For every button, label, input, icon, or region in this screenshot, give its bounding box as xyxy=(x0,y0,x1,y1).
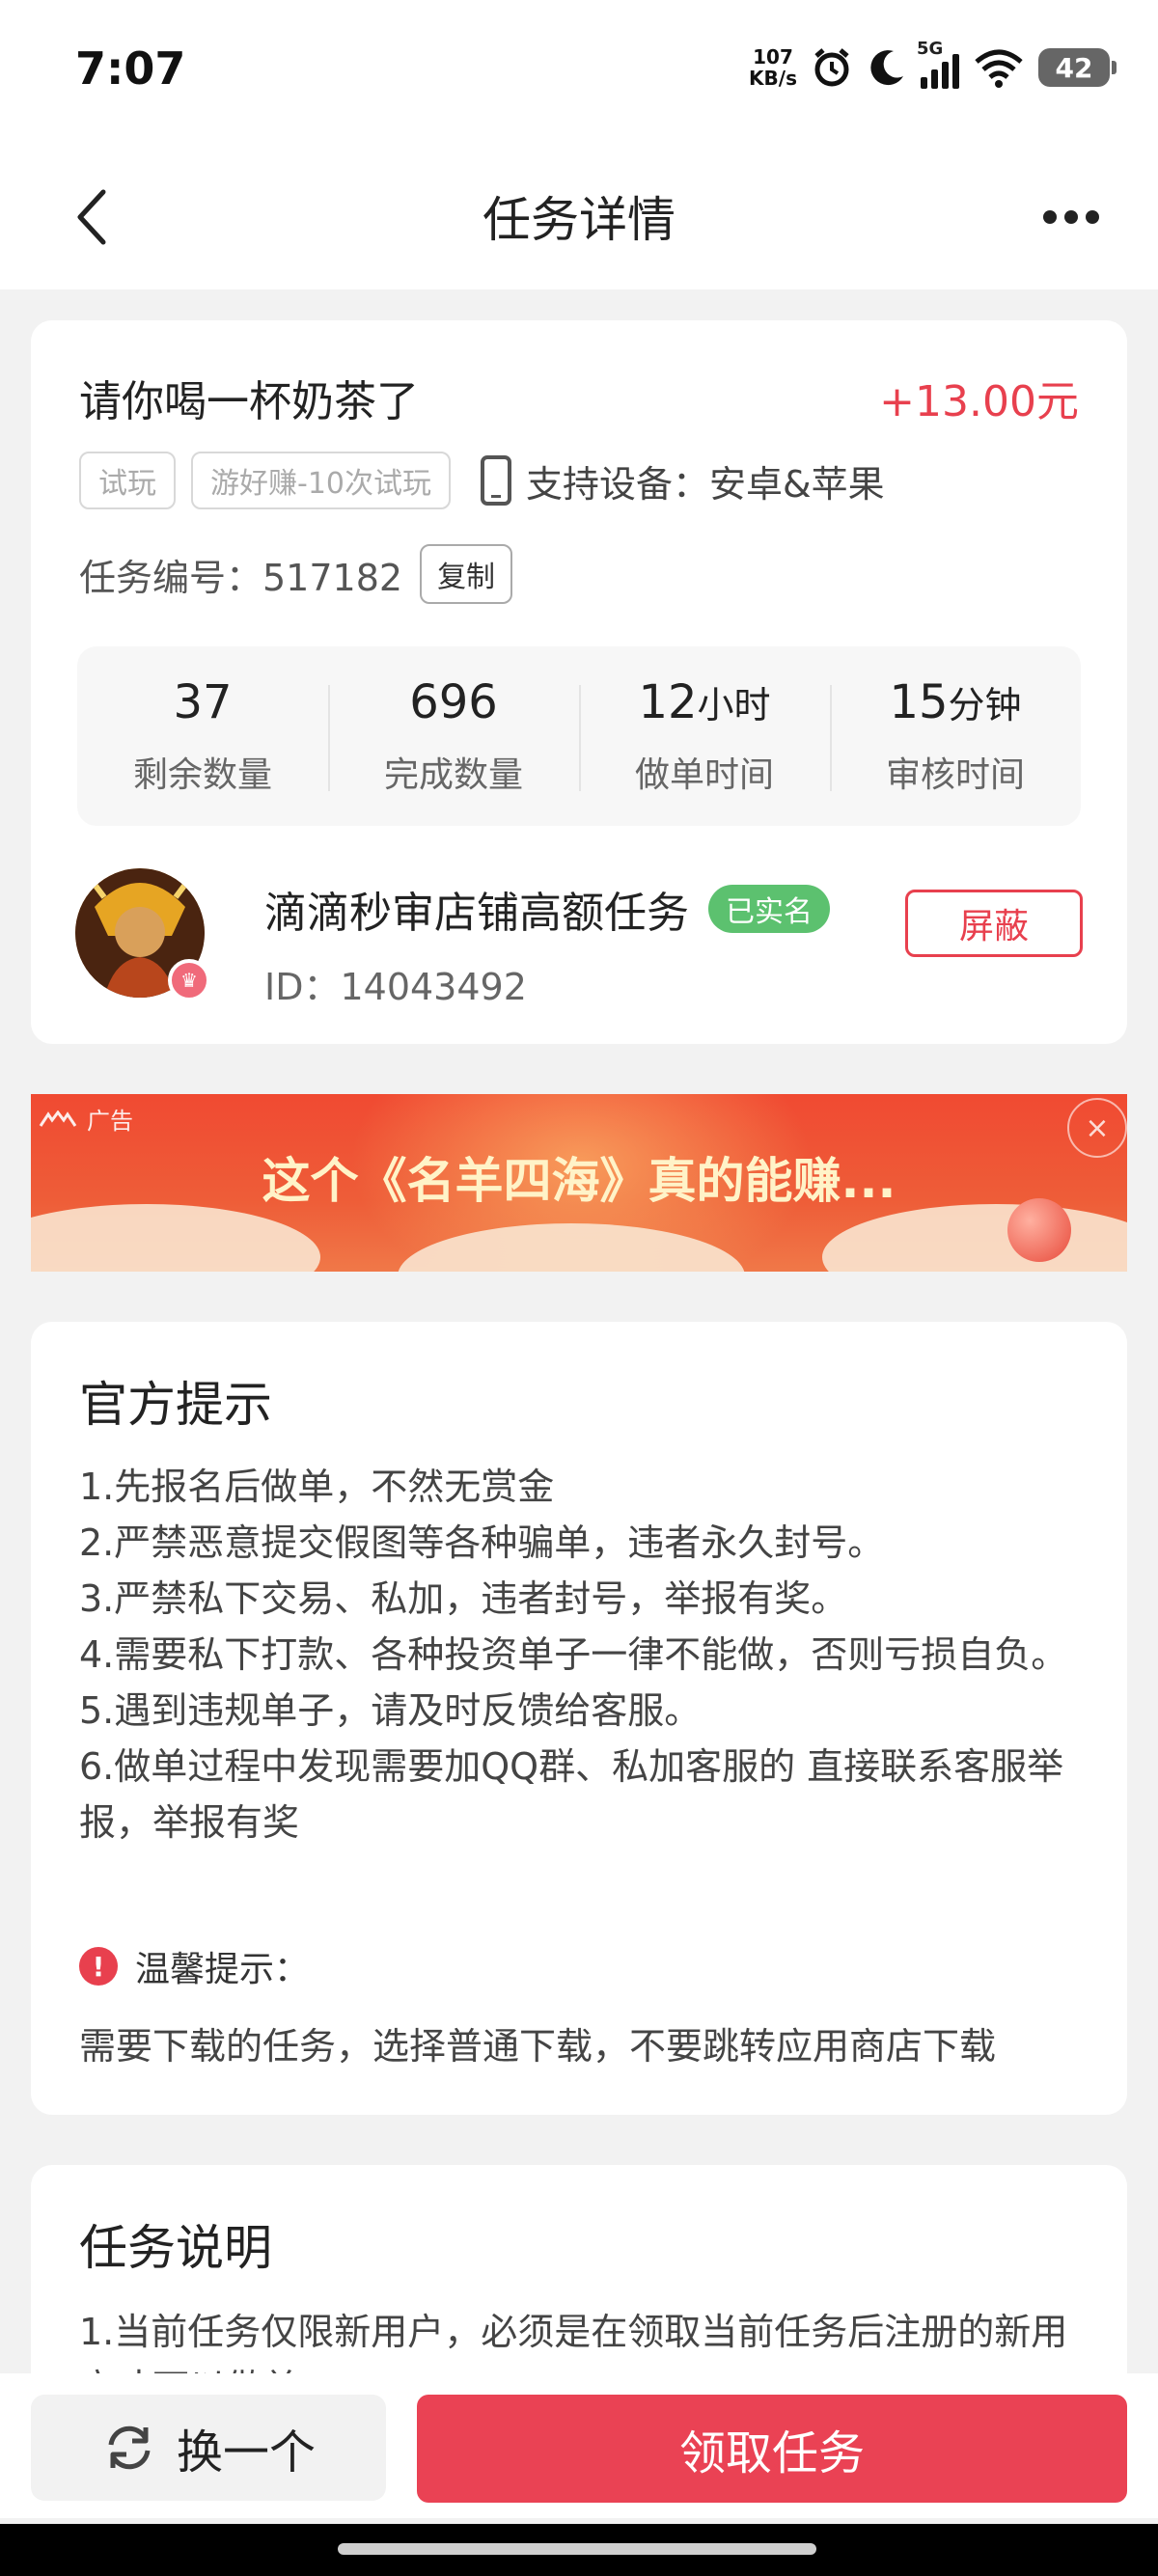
task-number-row: 任务编号：517182 复制 xyxy=(79,544,513,604)
stat-value: 12 xyxy=(638,675,698,729)
tip-item: 3.严禁私下交易、私加，违者封号，举报有奖。 xyxy=(79,1577,848,1620)
task-tags: 试玩 游好赚-10次试玩 支持设备：安卓&苹果 xyxy=(79,452,885,509)
copy-button[interactable]: 复制 xyxy=(420,544,513,604)
stat-completed: 696 完成数量 xyxy=(328,646,579,826)
section-title: 官方提示 xyxy=(79,1377,272,1433)
tips-list: 1.先报名后做单，不然无赏金 2.严禁恶意提交假图等各种骗单，违者永久封号。 3… xyxy=(79,1459,1083,1850)
gesture-navigation-bar xyxy=(0,2524,1158,2576)
warm-tip-text: 需要下载的任务，选择普通下载，不要跳转应用商店下载 xyxy=(79,2025,997,2068)
swap-task-button[interactable]: 换一个 xyxy=(31,2395,386,2501)
page-title: 任务详情 xyxy=(482,192,676,248)
more-button[interactable] xyxy=(1023,174,1119,260)
stat-remaining: 37 剩余数量 xyxy=(77,646,328,826)
task-tag: 游好赚-10次试玩 xyxy=(191,452,451,509)
task-title: 请你喝一杯奶茶了 xyxy=(79,377,419,426)
stat-work-time: 12小时 做单时间 xyxy=(579,646,830,826)
wifi-icon xyxy=(975,49,1023,88)
task-reward: +13.00元 xyxy=(879,377,1079,426)
warm-tip-heading: ! 温馨提示： xyxy=(79,1941,309,1991)
official-tips-card: 官方提示 1.先报名后做单，不然无赏金 2.严禁恶意提交假图等各种骗单，违者永久… xyxy=(31,1322,1127,2115)
alarm-icon xyxy=(814,48,849,87)
warning-icon: ! xyxy=(79,1947,118,1986)
tip-item: 4.需要私下打款、各种投资单子一律不能做，否则亏损自负。 xyxy=(79,1633,1068,1676)
ad-banner[interactable]: 广告 这个《名羊四海》真的能赚... × xyxy=(31,1094,1127,1272)
network-speed-value: 107 xyxy=(753,45,793,69)
home-indicator[interactable] xyxy=(338,2543,816,2555)
verified-badge: 已实名 xyxy=(708,885,830,933)
publisher-row: ♛ 滴滴秒审店铺高额任务 已实名 ID：14043492 屏蔽 xyxy=(75,868,1083,1008)
stat-label: 审核时间 xyxy=(885,755,1025,795)
status-time: 7:07 xyxy=(75,42,186,95)
section-title: 任务说明 xyxy=(79,2220,272,2276)
battery-indicator: 42 xyxy=(1038,48,1117,87)
status-bar: 7:07 107 KB/s 5G 42 xyxy=(0,0,1158,145)
task-info-card: 请你喝一杯奶茶了 +13.00元 试玩 游好赚-10次试玩 支持设备：安卓&苹果… xyxy=(31,320,1127,1044)
supported-devices: 支持设备：安卓&苹果 xyxy=(480,454,885,507)
tip-item: 5.遇到违规单子，请及时反馈给客服。 xyxy=(79,1689,702,1732)
stat-label: 完成数量 xyxy=(383,755,523,795)
refresh-icon xyxy=(108,2425,151,2470)
cellular-signal-icon: 5G xyxy=(917,39,959,89)
ad-logo-icon xyxy=(39,1110,77,1127)
accept-task-button[interactable]: 领取任务 xyxy=(417,2395,1127,2503)
task-tag: 试玩 xyxy=(79,452,176,509)
nav-bar: 任务详情 xyxy=(0,145,1158,289)
moon-icon xyxy=(870,50,903,86)
stat-value: 37 xyxy=(173,675,233,729)
network-type: 5G xyxy=(917,39,944,59)
stat-unit: 小时 xyxy=(697,684,771,726)
bottom-action-bar: 换一个 领取任务 xyxy=(0,2373,1158,2518)
publisher-name: 滴滴秒审店铺高额任务 xyxy=(264,889,689,938)
stat-review-time: 15分钟 审核时间 xyxy=(830,646,1081,826)
member-badge-icon: ♛ xyxy=(168,959,210,1001)
stat-unit: 分钟 xyxy=(948,684,1022,726)
status-icons: 107 KB/s 5G 42 xyxy=(749,39,1117,96)
swap-task-label: 换一个 xyxy=(176,2425,316,2480)
stat-value: 696 xyxy=(409,675,498,729)
tip-item: 1.先报名后做单，不然无赏金 xyxy=(79,1466,555,1508)
avatar[interactable]: ♛ xyxy=(75,868,210,1001)
more-horizontal-icon xyxy=(1043,210,1099,224)
ad-close-button[interactable]: × xyxy=(1067,1098,1127,1158)
stat-value: 15 xyxy=(889,675,949,729)
network-speed: 107 KB/s xyxy=(749,46,797,89)
publisher-id: ID：14043492 xyxy=(264,966,527,1008)
network-speed-unit: KB/s xyxy=(749,67,797,90)
tip-item: 6.做单过程中发现需要加QQ群、私加客服的 直接联系客服举报，举报有奖 xyxy=(79,1745,1064,1844)
stat-label: 做单时间 xyxy=(634,755,774,795)
tip-item: 2.严禁恶意提交假图等各种骗单，违者永久封号。 xyxy=(79,1521,885,1564)
warm-tip-title: 温馨提示： xyxy=(135,1950,310,1989)
ad-label: 广告 xyxy=(39,1102,133,1136)
publisher-name-row: 滴滴秒审店铺高额任务 已实名 xyxy=(264,878,830,940)
task-stats: 37 剩余数量 696 完成数量 12小时 做单时间 15分钟 审核时间 xyxy=(77,646,1081,826)
ad-label-text: 广告 xyxy=(87,1108,133,1135)
task-number: 任务编号：517182 xyxy=(79,556,403,599)
supported-devices-label: 支持设备：安卓&苹果 xyxy=(526,462,885,506)
stat-label: 剩余数量 xyxy=(132,755,272,795)
block-button[interactable]: 屏蔽 xyxy=(905,890,1083,957)
phone-icon xyxy=(481,455,511,506)
ad-headline: 这个《名羊四海》真的能赚... xyxy=(262,1153,896,1209)
